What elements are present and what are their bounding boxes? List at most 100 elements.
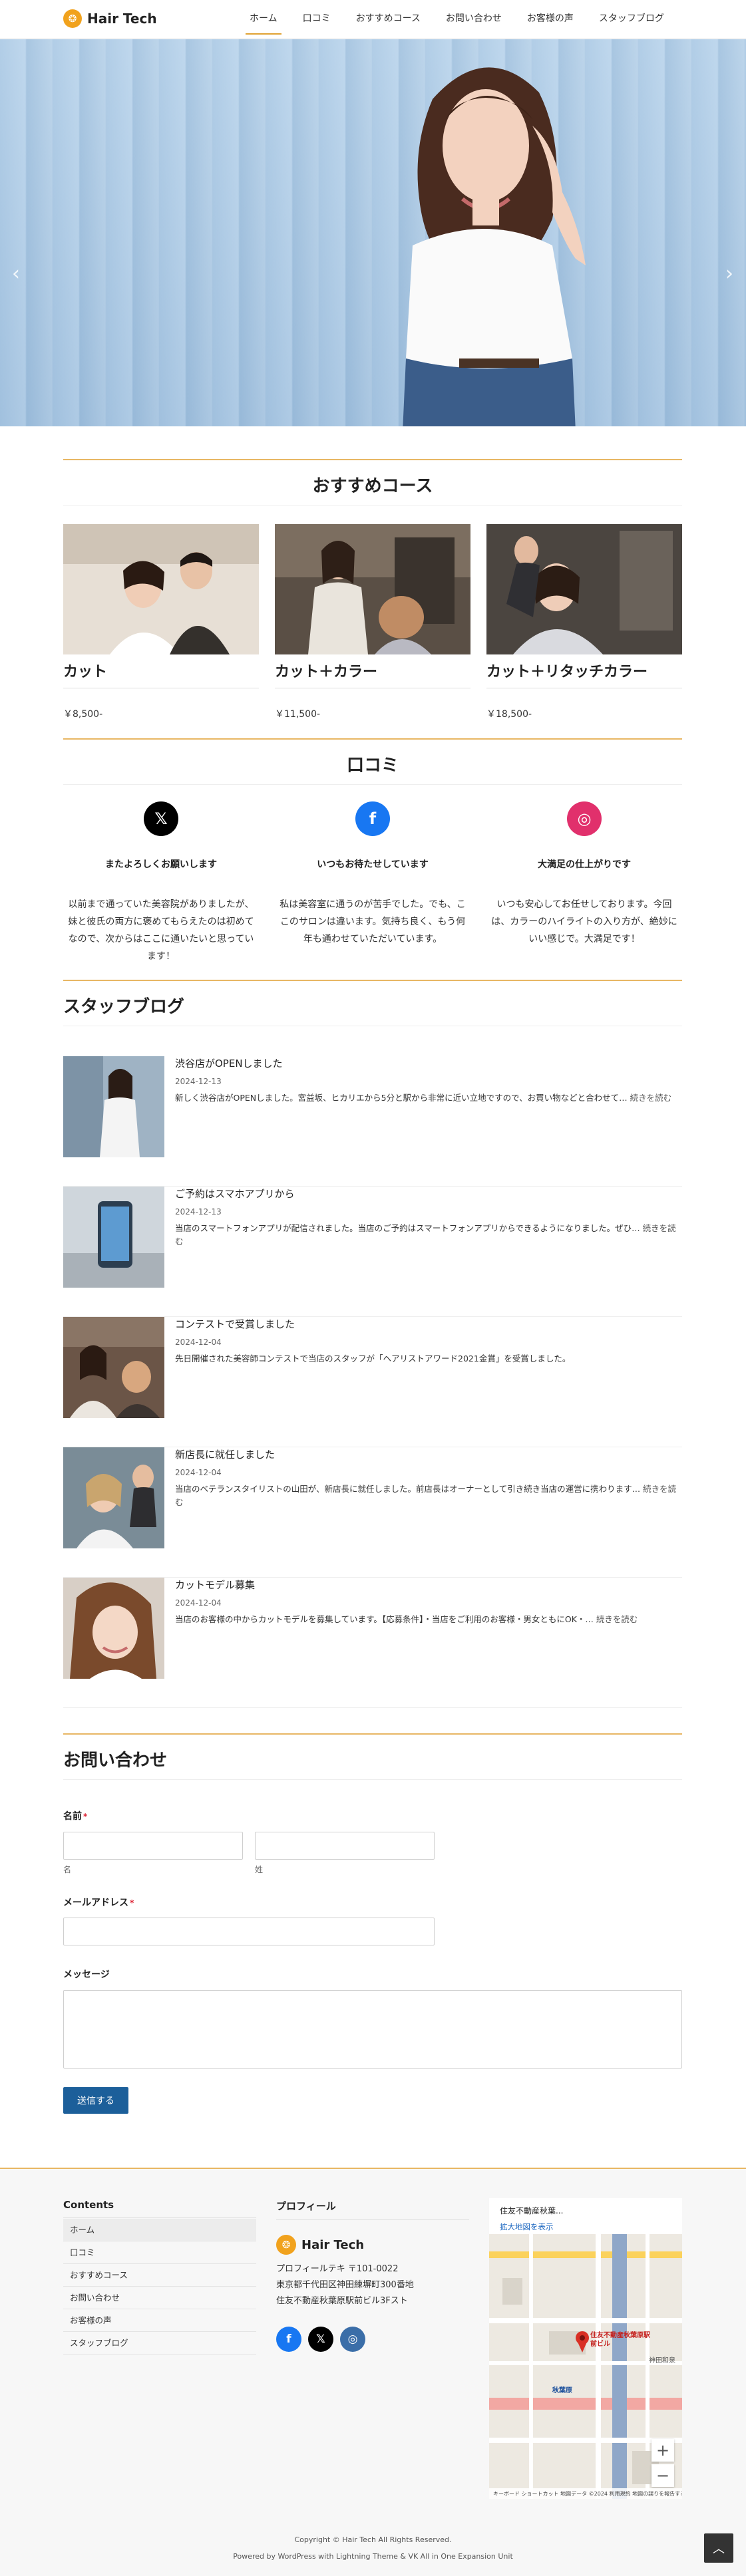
email-label: メールアドレス * bbox=[63, 1898, 134, 1908]
nav-item-blog[interactable]: スタッフブログ bbox=[599, 0, 664, 39]
logo-mark-icon: ❂ bbox=[276, 2235, 296, 2255]
post-thumbnail bbox=[63, 1317, 164, 1418]
read-more-link[interactable]: 続きを読む bbox=[596, 1614, 638, 1624]
nav-item-courses[interactable]: おすすめコース bbox=[356, 0, 421, 39]
footer-menu-item-voices[interactable]: お客様の声 bbox=[63, 2309, 256, 2332]
blog-title: スタッフブログ bbox=[63, 980, 682, 1026]
post-title[interactable]: 渋谷店がOPENしました bbox=[175, 1056, 682, 1070]
post-excerpt: 当店のスマートフォンアプリが配信されました。当店のご予約はスマートフォンアプリか… bbox=[175, 1223, 676, 1246]
first-name-sublabel: 名 bbox=[63, 1865, 72, 1874]
last-name-input[interactable] bbox=[255, 1832, 435, 1860]
site-header: ❂ Hair Tech ホーム 口コミ おすすめコース お問い合わせ お客様の声… bbox=[0, 0, 746, 39]
message-textarea[interactable] bbox=[63, 1990, 682, 2069]
required-mark: * bbox=[83, 1812, 88, 1821]
post-thumbnail bbox=[63, 1578, 164, 1679]
submit-button[interactable]: 送信する bbox=[63, 2087, 128, 2114]
course-card-cut[interactable]: カット ￥8,500- bbox=[63, 524, 259, 720]
course-price: ￥11,500- bbox=[275, 709, 321, 720]
read-more-link[interactable]: 続きを読む bbox=[630, 1093, 672, 1103]
course-name: カット bbox=[63, 660, 259, 688]
review-title: またよろしくお願いします bbox=[105, 859, 217, 870]
contact-title: お問い合わせ bbox=[63, 1733, 682, 1780]
post-thumbnail bbox=[63, 1187, 164, 1288]
post-date: 2024-12-13 bbox=[175, 1207, 222, 1216]
back-to-top-button[interactable]: ︿ bbox=[704, 2533, 733, 2563]
post-date: 2024-12-04 bbox=[175, 1468, 222, 1477]
post-title[interactable]: 新店長に就任しました bbox=[175, 1447, 682, 1461]
footer-menu-item-blog[interactable]: スタッフブログ bbox=[63, 2332, 256, 2355]
email-input[interactable] bbox=[63, 1918, 435, 1945]
footer-profile-title: プロフィール bbox=[276, 2199, 469, 2220]
blog-post[interactable]: 渋谷店がOPENしました 2024-12-13 新しく渋谷店がOPENしました。… bbox=[63, 1056, 682, 1187]
map-place-name: 住友不動産秋葉... bbox=[500, 2206, 564, 2216]
footer-menu-title: Contents bbox=[63, 2199, 256, 2218]
name-label: 名前 * bbox=[63, 1811, 88, 1822]
x-icon: 𝕏 bbox=[144, 801, 178, 836]
post-title[interactable]: コンテストで受賞しました bbox=[175, 1317, 682, 1331]
profile-line: プロフィールテキ 〒101-0022 bbox=[276, 2264, 399, 2274]
post-date: 2024-12-04 bbox=[175, 1598, 222, 1608]
footer-menu-item-reviews[interactable]: 口コミ bbox=[63, 2241, 256, 2264]
course-card-cut-retouch[interactable]: カット＋リタッチカラー ￥18,500- bbox=[486, 524, 682, 720]
first-name-input[interactable] bbox=[63, 1832, 243, 1860]
blog-post[interactable]: カットモデル募集 2024-12-04 当店のお客様の中からカットモデルを募集し… bbox=[63, 1578, 682, 1708]
review-text: 私は美容室に通うのが苦手でした。でも、ここのサロンは違います。気持ち良く、もう何… bbox=[280, 899, 466, 944]
map-open-link[interactable]: 拡大地図を表示 bbox=[500, 2221, 671, 2232]
nav-item-voices[interactable]: お客様の声 bbox=[527, 0, 574, 39]
nav-item-home[interactable]: ホーム bbox=[246, 0, 281, 39]
reviews-title: 口コミ bbox=[63, 738, 682, 785]
profile-line: 住友不動産秋葉原駅前ビル3Fスト bbox=[276, 2296, 408, 2306]
post-excerpt: 当店のお客様の中からカットモデルを募集しています。【応募条件】・当店をご利用のお… bbox=[175, 1614, 638, 1624]
footer-menu-item-home[interactable]: ホーム bbox=[63, 2219, 256, 2241]
hero-slider: ‹ › bbox=[0, 39, 746, 426]
prev-slide-icon[interactable]: ‹ bbox=[12, 262, 20, 285]
footer-social: f 𝕏 ◎ bbox=[276, 2327, 372, 2352]
facebook-icon: f bbox=[355, 801, 390, 836]
nav-item-reviews[interactable]: 口コミ bbox=[303, 0, 331, 39]
review-text: 以前まで通っていた美容院がありましたが、妹と彼氏の両方に褒めてもらえたのは初めて… bbox=[68, 899, 254, 962]
chevron-up-icon: ︿ bbox=[713, 2542, 725, 2556]
post-date: 2024-12-04 bbox=[175, 1338, 222, 1347]
post-title[interactable]: カットモデル募集 bbox=[175, 1578, 682, 1592]
message-label: メッセージ bbox=[63, 1969, 110, 1980]
global-nav: ホーム 口コミ おすすめコース お問い合わせ お客様の声 スタッフブログ bbox=[246, 0, 689, 39]
powered-by-text: Powered by WordPress with Lightning Them… bbox=[233, 2552, 513, 2561]
course-name: カット＋カラー bbox=[275, 660, 470, 688]
footer-logo: ❂ Hair Tech bbox=[276, 2235, 364, 2255]
copyright-text: Copyright © Hair Tech All Rights Reserve… bbox=[294, 2535, 452, 2544]
post-excerpt: 当店のベテランスタイリストの山田が、新店長に就任しました。前店長はオーナーとして… bbox=[175, 1484, 677, 1507]
map-station-label: 秋葉原 bbox=[552, 2387, 572, 2394]
x-icon[interactable]: 𝕏 bbox=[308, 2327, 333, 2352]
post-thumbnail bbox=[63, 1447, 164, 1548]
hero-model-image bbox=[403, 67, 586, 426]
zoom-in-button[interactable]: + bbox=[652, 2439, 674, 2462]
post-title[interactable]: ご予約はスマホアプリから bbox=[175, 1187, 682, 1201]
blog-post[interactable]: コンテストで受賞しました 2024-12-04 先日開催された美容師コンテストで… bbox=[63, 1317, 682, 1447]
instagram-icon[interactable]: ◎ bbox=[340, 2327, 365, 2352]
review-card: ◎ 大満足の仕上がりです いつも安心してお任せしております。今回は、カラーのハイ… bbox=[486, 801, 682, 948]
course-card-cut-color[interactable]: カット＋カラー ￥11,500- bbox=[275, 524, 470, 720]
post-date: 2024-12-13 bbox=[175, 1077, 222, 1086]
facebook-icon[interactable]: f bbox=[276, 2327, 301, 2352]
review-text: いつも安心してお任せしております。今回は、カラーのハイライトの入り方が、絶妙にい… bbox=[491, 899, 677, 944]
site-logo[interactable]: ❂ Hair Tech bbox=[63, 9, 157, 28]
review-title: 大満足の仕上がりです bbox=[538, 859, 631, 870]
nav-item-contact[interactable]: お問い合わせ bbox=[446, 0, 502, 39]
instagram-icon: ◎ bbox=[567, 801, 602, 836]
footer-menu-item-contact[interactable]: お問い合わせ bbox=[63, 2287, 256, 2309]
review-title: いつもお待たせしています bbox=[317, 859, 429, 870]
footer-site-name: Hair Tech bbox=[301, 2237, 365, 2252]
google-map[interactable]: 住友不動産秋葉... 拡大地図を表示 住友不動産秋葉原駅前ビル 秋葉原 神田和泉… bbox=[489, 2198, 682, 2499]
courses-title: おすすめコース bbox=[63, 459, 682, 505]
blog-post[interactable]: 新店長に就任しました 2024-12-04 当店のベテランスタイリストの山田が、… bbox=[63, 1447, 682, 1578]
last-name-sublabel: 姓 bbox=[255, 1865, 264, 1874]
course-image-cut-retouch bbox=[486, 524, 682, 654]
footer-menu-item-courses[interactable]: おすすめコース bbox=[63, 2264, 256, 2287]
map-credit: キーボード ショートカット 地図データ ©2024 利用規約 地図の誤りを報告す… bbox=[489, 2488, 682, 2499]
next-slide-icon[interactable]: › bbox=[725, 262, 733, 285]
course-name: カット＋リタッチカラー bbox=[486, 660, 682, 688]
required-mark: * bbox=[130, 1898, 134, 1908]
blog-post[interactable]: ご予約はスマホアプリから 2024-12-13 当店のスマートフォンアプリが配信… bbox=[63, 1187, 682, 1317]
footer-profile-text: プロフィールテキ 〒101-0022 東京都千代田区神田練塀町300番地 住友不… bbox=[276, 2261, 414, 2309]
zoom-out-button[interactable]: − bbox=[652, 2464, 674, 2487]
